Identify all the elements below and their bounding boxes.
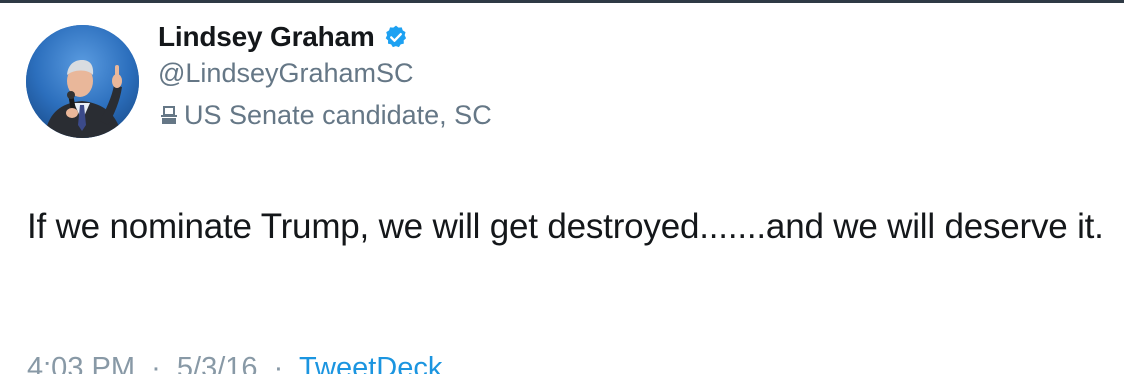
tweet-time[interactable]: 4:03 PM [27,352,135,374]
avatar[interactable] [26,25,139,138]
tweet-text: If we nominate Trump, we will get destro… [27,207,1104,246]
author-display-name[interactable]: Lindsey Graham [158,21,375,53]
author-handle[interactable]: @LindseyGrahamSC [158,58,414,89]
tweet-card: Lindsey Graham @LindseyGrahamSC US Senat… [0,0,1124,374]
candidate-label-row: US Senate candidate, SC [158,98,492,132]
verified-badge-icon [383,24,409,50]
ballot-box-icon [158,104,180,126]
author-name-row: Lindsey Graham [158,19,409,55]
tweet-source-link[interactable]: TweetDeck [299,352,442,374]
tweet-meta: 4:03 PM · 5/3/16 · TweetDeck [27,352,442,374]
meta-separator: · [143,352,169,374]
tweet-date[interactable]: 5/3/16 [177,352,258,374]
candidate-label: US Senate candidate, SC [184,99,492,130]
avatar-image [26,25,139,138]
top-divider [0,0,1124,3]
meta-separator: · [265,352,292,374]
